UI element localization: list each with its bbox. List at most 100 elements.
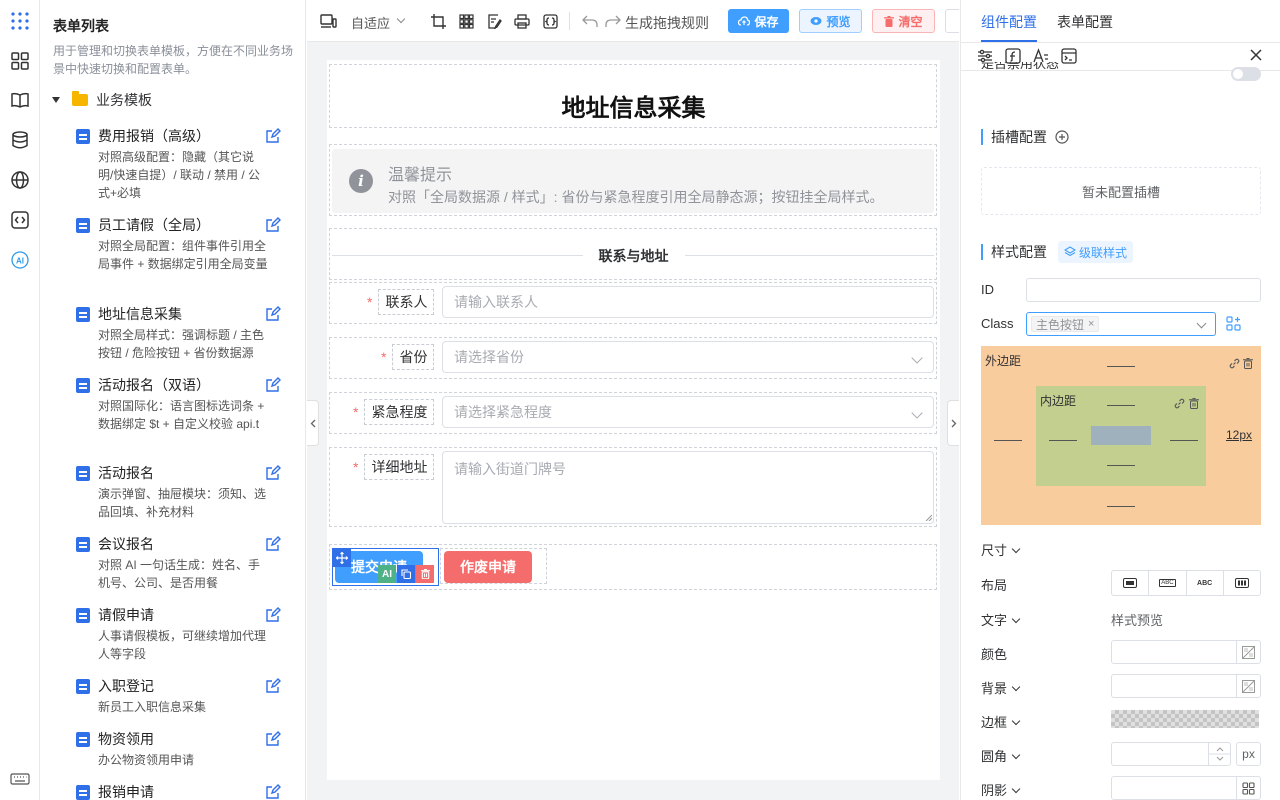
ai-badge-button[interactable]: AI [378, 565, 396, 583]
margin-right-input[interactable]: 12px [1226, 428, 1252, 442]
shadow-input[interactable] [1111, 776, 1261, 800]
globe-icon[interactable] [9, 169, 31, 191]
cloud-upload-icon [738, 16, 751, 26]
radius-stepper[interactable] [1208, 743, 1231, 765]
color-picker-icon[interactable] [1236, 675, 1260, 697]
province-select[interactable]: 请选择省份 [442, 341, 934, 373]
radius-label[interactable]: 圆角 [981, 746, 1020, 765]
copy-icon[interactable] [397, 565, 415, 583]
keyboard-icon[interactable] [9, 768, 31, 790]
undo-icon[interactable] [581, 12, 599, 30]
adapt-select[interactable]: 自适应 [351, 13, 390, 32]
color-picker-icon[interactable] [1236, 641, 1260, 663]
document-icon [76, 218, 90, 233]
grid-icon[interactable] [457, 12, 475, 30]
border-label[interactable]: 边框 [981, 712, 1020, 731]
collapse-left-toggle[interactable] [307, 400, 319, 446]
device-icon[interactable] [319, 12, 337, 30]
folder-business-templates[interactable]: 业务模板 [52, 90, 152, 110]
class-select[interactable]: 主色按钮 × [1026, 312, 1216, 336]
edit-icon[interactable] [265, 536, 281, 552]
edit-doc-icon[interactable] [485, 12, 503, 30]
chevron-down-icon [911, 352, 923, 364]
tab-component-config[interactable]: 组件配置 [981, 12, 1037, 32]
json-icon[interactable] [541, 12, 559, 30]
layout-flex-option[interactable] [1224, 571, 1260, 595]
save-button[interactable]: 保存 [728, 9, 789, 33]
margin-bottom-input[interactable] [1107, 506, 1135, 507]
class-tag[interactable]: 主色按钮 × [1031, 316, 1100, 332]
text-label[interactable]: 文字 [981, 610, 1020, 629]
delete-icon[interactable] [416, 565, 434, 583]
radius-unit-select[interactable]: px [1236, 742, 1261, 766]
edit-icon[interactable] [265, 678, 281, 694]
form-item-desc: 对照全局配置：组件事件引用全局事件 + 数据绑定引用全局变量 [98, 239, 268, 271]
collapse-right-toggle[interactable] [947, 400, 959, 446]
generate-rules-button[interactable]: 生成拖拽规则 [625, 13, 709, 33]
add-slot-icon[interactable] [1055, 130, 1069, 144]
padding-right-input[interactable] [1170, 440, 1198, 441]
clear-button[interactable]: 清空 [872, 9, 935, 33]
border-style-preview[interactable] [1111, 710, 1259, 728]
code-icon[interactable] [9, 209, 31, 231]
crop-frame-icon[interactable] [429, 12, 447, 30]
background-label[interactable]: 背景 [981, 678, 1020, 697]
link-icon[interactable] [1174, 396, 1186, 409]
apps-grid-icon[interactable] [9, 10, 31, 32]
ai-icon[interactable]: AI [9, 249, 31, 271]
edit-icon[interactable] [265, 377, 281, 393]
padding-left-input[interactable] [1049, 440, 1077, 441]
radius-input[interactable] [1111, 742, 1231, 766]
edit-icon[interactable] [265, 784, 281, 800]
resize-handle-icon[interactable] [925, 514, 932, 521]
edit-icon[interactable] [265, 128, 281, 144]
void-button[interactable]: 作废申请 [444, 551, 532, 583]
padding-bottom-input[interactable] [1107, 465, 1135, 466]
layout-block-option[interactable] [1112, 571, 1150, 595]
form-title[interactable]: 地址信息采集 [327, 88, 940, 123]
form-canvas: 地址信息采集 i 温馨提示 对照「全局数据源 / 样式」: 省份与紧急程度引用全… [327, 60, 940, 780]
redo-icon[interactable] [604, 12, 622, 30]
background-input[interactable] [1111, 674, 1261, 698]
shadow-edit-icon[interactable] [1236, 777, 1260, 799]
address-textarea[interactable]: 请输入街道门牌号 [442, 451, 934, 524]
tab-form-config[interactable]: 表单配置 [1057, 12, 1113, 32]
layout-inline-block-option[interactable]: ABC [1149, 571, 1187, 595]
id-input[interactable] [1026, 278, 1261, 302]
margin-top-input[interactable] [1107, 366, 1135, 367]
layout-inline-option[interactable]: ABC [1187, 571, 1224, 595]
print-icon[interactable] [513, 12, 531, 30]
reset-trash-icon[interactable] [1189, 396, 1201, 409]
slot-empty-placeholder: 暂未配置插槽 [981, 167, 1261, 215]
form-item-desc: 人事请假模板，可继续增加代理人等字段 [98, 629, 267, 661]
padding-top-input[interactable] [1107, 405, 1135, 406]
edit-icon[interactable] [265, 731, 281, 747]
size-label[interactable]: 尺寸 [981, 540, 1020, 559]
edit-icon[interactable] [265, 217, 281, 233]
tag-close-icon[interactable]: × [1088, 318, 1094, 330]
book-icon[interactable] [9, 89, 31, 111]
edit-icon[interactable] [265, 607, 281, 623]
preview-button[interactable]: 预览 [799, 9, 862, 33]
disabled-toggle[interactable] [1231, 67, 1261, 81]
warm-tip-alert[interactable]: i 温馨提示 对照「全局数据源 / 样式」: 省份与紧急程度引用全局静态源；按钮… [332, 149, 934, 213]
contact-input[interactable]: 请输入联系人 [442, 286, 934, 318]
reset-trash-icon[interactable] [1243, 356, 1255, 369]
chevron-left-icon [310, 419, 315, 427]
edit-icon[interactable] [265, 306, 281, 322]
section-divider[interactable]: 联系与地址 [327, 246, 940, 266]
close-icon[interactable] [1249, 48, 1265, 64]
field-label-contact: * 联系人 [367, 289, 435, 315]
edit-icon[interactable] [265, 465, 281, 481]
components-icon[interactable] [9, 50, 31, 72]
shadow-label[interactable]: 阴影 [981, 780, 1020, 799]
drag-move-icon[interactable] [333, 549, 351, 567]
document-icon [76, 466, 90, 481]
class-manage-icon[interactable] [1226, 316, 1242, 332]
link-icon[interactable] [1229, 356, 1241, 369]
color-input[interactable] [1111, 640, 1261, 664]
margin-left-input[interactable] [994, 440, 1022, 441]
urgency-select[interactable]: 请选择紧急程度 [442, 396, 934, 428]
cascade-style-button[interactable]: 级联样式 [1058, 241, 1134, 263]
database-icon[interactable] [9, 129, 31, 151]
